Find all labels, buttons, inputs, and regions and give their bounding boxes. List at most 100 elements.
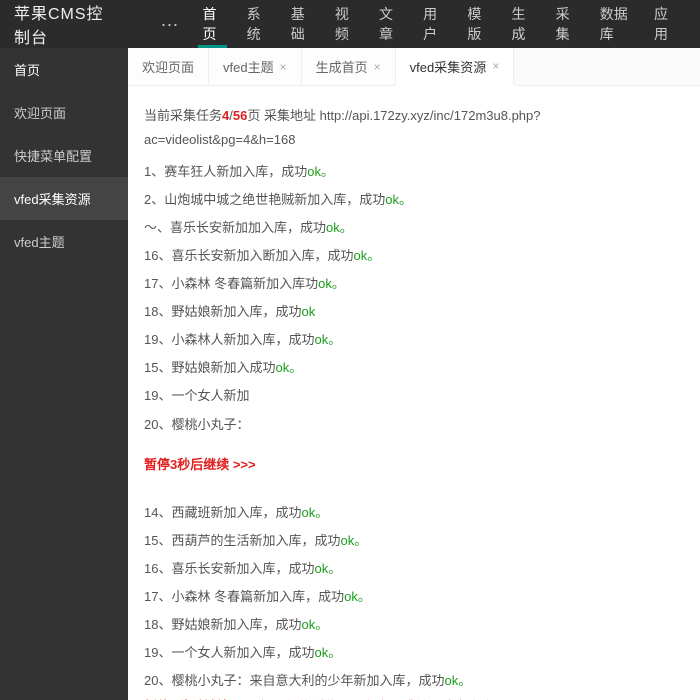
tab-bar: 欢迎页面 vfed主题 × 生成首页 × vfed采集资源 × [128, 48, 700, 86]
log-ok: ok。 [307, 164, 334, 179]
log-line: 19、一个女人新加入库，成功ok。 [144, 639, 684, 667]
log-line: 18、野姑娘新加入库，成功ok [144, 298, 684, 326]
log-ok: ok。 [301, 505, 328, 520]
log-num: 19、 [144, 332, 171, 347]
status-unit: 页 [247, 108, 260, 123]
log-num: 19、 [144, 645, 171, 660]
log-block-2: 14、西藏班新加入库，成功ok。15、西葫芦的生活新加入库，成功ok。16、喜乐… [144, 499, 684, 695]
sidebar-item[interactable]: 欢迎页面 [0, 91, 128, 134]
log-ok: ok。 [340, 533, 367, 548]
nav-item[interactable]: 数据库 [588, 0, 642, 48]
tab-label: vfed采集资源 [410, 57, 487, 76]
nav-item[interactable]: 系统 [235, 0, 279, 48]
log-text: 西葫芦的生活新加入库，成功 [171, 533, 340, 548]
sidebar-item[interactable]: vfed采集资源 [0, 177, 128, 220]
nav-item[interactable]: 生成 [499, 0, 543, 48]
footer-line: 暂停3秒后继续 >>> 如果您的浏览器没有自动跳转，请点击这里 [144, 695, 684, 700]
log-text: 一个女人新加入库，成功 [171, 645, 314, 660]
log-text: 小森林 冬春篇新加入库，成功 [171, 589, 344, 604]
log-ok: ok。 [275, 360, 302, 375]
close-icon[interactable]: × [374, 60, 381, 74]
close-icon[interactable]: × [280, 60, 287, 74]
log-text: 野姑娘新加入库，成功 [171, 617, 301, 632]
log-text: 喜乐长安新加加入库，成功 [170, 220, 326, 235]
tab[interactable]: vfed采集资源 × [396, 48, 515, 86]
log-num: 14、 [144, 505, 171, 520]
sidebar-item[interactable]: vfed主题 [0, 220, 128, 263]
tab-label: 生成首页 [316, 57, 368, 76]
log-line: 17、小森林 冬春篇新加入库，成功ok。 [144, 583, 684, 611]
nav-item[interactable]: 用户 [411, 0, 455, 48]
log-ok: ok。 [344, 589, 371, 604]
log-text: 赛车狂人新加入库，成功 [164, 164, 307, 179]
content-area: 当前采集任务4/56页 采集地址 http://api.172zy.xyz/in… [128, 86, 700, 700]
pause-msg-1: 暂停3秒后继续 >>> [144, 453, 684, 477]
tab-label: 欢迎页面 [142, 57, 194, 76]
log-ok: ok。 [353, 248, 380, 263]
log-num: 18、 [144, 304, 171, 319]
log-num: 2、 [144, 192, 164, 207]
log-num: 20、 [144, 417, 171, 432]
top-nav: 首页系统基础视频文章用户模版生成采集数据库应用 [190, 0, 686, 48]
log-num: 16、 [144, 248, 171, 263]
brand-title: 苹果CMS控制台 [14, 0, 118, 48]
log-text: 喜乐长安新加入库，成功 [171, 561, 314, 576]
log-line: 2、山炮城中城之绝世艳贼新加入库，成功ok。 [144, 186, 684, 214]
log-line: 20、樱桃小丸子：来自意大利的少年新加入库，成功ok。 [144, 667, 684, 695]
log-num: 1、 [144, 164, 164, 179]
nav-item[interactable]: 视频 [323, 0, 367, 48]
log-line: ～、喜乐长安新加加入库，成功ok。 [144, 214, 684, 242]
topbar: 苹果CMS控制台 ··· 首页系统基础视频文章用户模版生成采集数据库应用 [0, 0, 700, 48]
tab[interactable]: 生成首页 × [302, 48, 396, 85]
log-num: 19、 [144, 388, 171, 403]
log-text: 小森林人新加入库，成功 [171, 332, 314, 347]
tab[interactable]: 欢迎页面 [128, 48, 209, 85]
close-icon[interactable]: × [492, 59, 499, 73]
log-ok: ok [301, 304, 315, 319]
log-text: 野姑娘新加入成功 [171, 360, 275, 375]
sidebar: 首页欢迎页面快捷菜单配置vfed采集资源vfed主题 [0, 48, 128, 700]
log-text: 山炮城中城之绝世艳贼新加入库，成功 [164, 192, 385, 207]
log-ok: ok。 [314, 645, 341, 660]
nav-item[interactable]: 模版 [455, 0, 499, 48]
log-num: 15、 [144, 360, 171, 375]
nav-item[interactable]: 基础 [279, 0, 323, 48]
log-line: 18、野姑娘新加入库，成功ok。 [144, 611, 684, 639]
main-panel: 欢迎页面 vfed主题 × 生成首页 × vfed采集资源 × 当前采集任务4/56页 采集… [128, 48, 700, 700]
sidebar-item[interactable]: 快捷菜单配置 [0, 134, 128, 177]
status-line: 当前采集任务4/56页 采集地址 http://api.172zy.xyz/in… [144, 104, 684, 152]
log-line: 15、野姑娘新加入成功ok。 [144, 354, 684, 382]
sidebar-item[interactable]: 首页 [0, 48, 128, 91]
log-num: 17、 [144, 276, 171, 291]
log-num: 18、 [144, 617, 171, 632]
log-num: 16、 [144, 561, 171, 576]
log-line: 19、一个女人新加 [144, 382, 684, 410]
log-text: 西藏班新加入库，成功 [171, 505, 301, 520]
log-text: 樱桃小丸子： [171, 417, 249, 432]
log-line: 1、赛车狂人新加入库，成功ok。 [144, 158, 684, 186]
status-prefix: 当前采集任务 [144, 108, 222, 123]
log-line: 15、西葫芦的生活新加入库，成功ok。 [144, 527, 684, 555]
log-num: 17、 [144, 589, 171, 604]
nav-item[interactable]: 文章 [367, 0, 411, 48]
tab-label: vfed主题 [223, 57, 274, 76]
log-block-1: 1、赛车狂人新加入库，成功ok。2、山炮城中城之绝世艳贼新加入库，成功ok。～、… [144, 158, 684, 438]
nav-more-icon[interactable]: ··· [148, 14, 190, 35]
log-ok: ok。 [314, 332, 341, 347]
log-text: 小森林 冬春篇新加入库功 [171, 276, 318, 291]
log-line: 16、喜乐长安新加入库，成功ok。 [144, 555, 684, 583]
nav-item[interactable]: 采集 [544, 0, 588, 48]
nav-item[interactable]: 首页 [190, 0, 234, 48]
log-num: 15、 [144, 533, 171, 548]
log-ok: ok。 [301, 617, 328, 632]
log-text: 喜乐长安新加入断加入库，成功 [171, 248, 353, 263]
log-text: 一个女人新加 [171, 388, 249, 403]
nav-item[interactable]: 应用 [642, 0, 686, 48]
log-text: 野姑娘新加入库，成功 [171, 304, 301, 319]
tab[interactable]: vfed主题 × [209, 48, 302, 85]
log-line: 20、樱桃小丸子： [144, 411, 684, 439]
status-url-label: 采集地址 [260, 108, 319, 123]
log-ok: ok。 [326, 220, 353, 235]
log-num: 20、 [144, 673, 171, 688]
log-ok: ok。 [385, 192, 412, 207]
